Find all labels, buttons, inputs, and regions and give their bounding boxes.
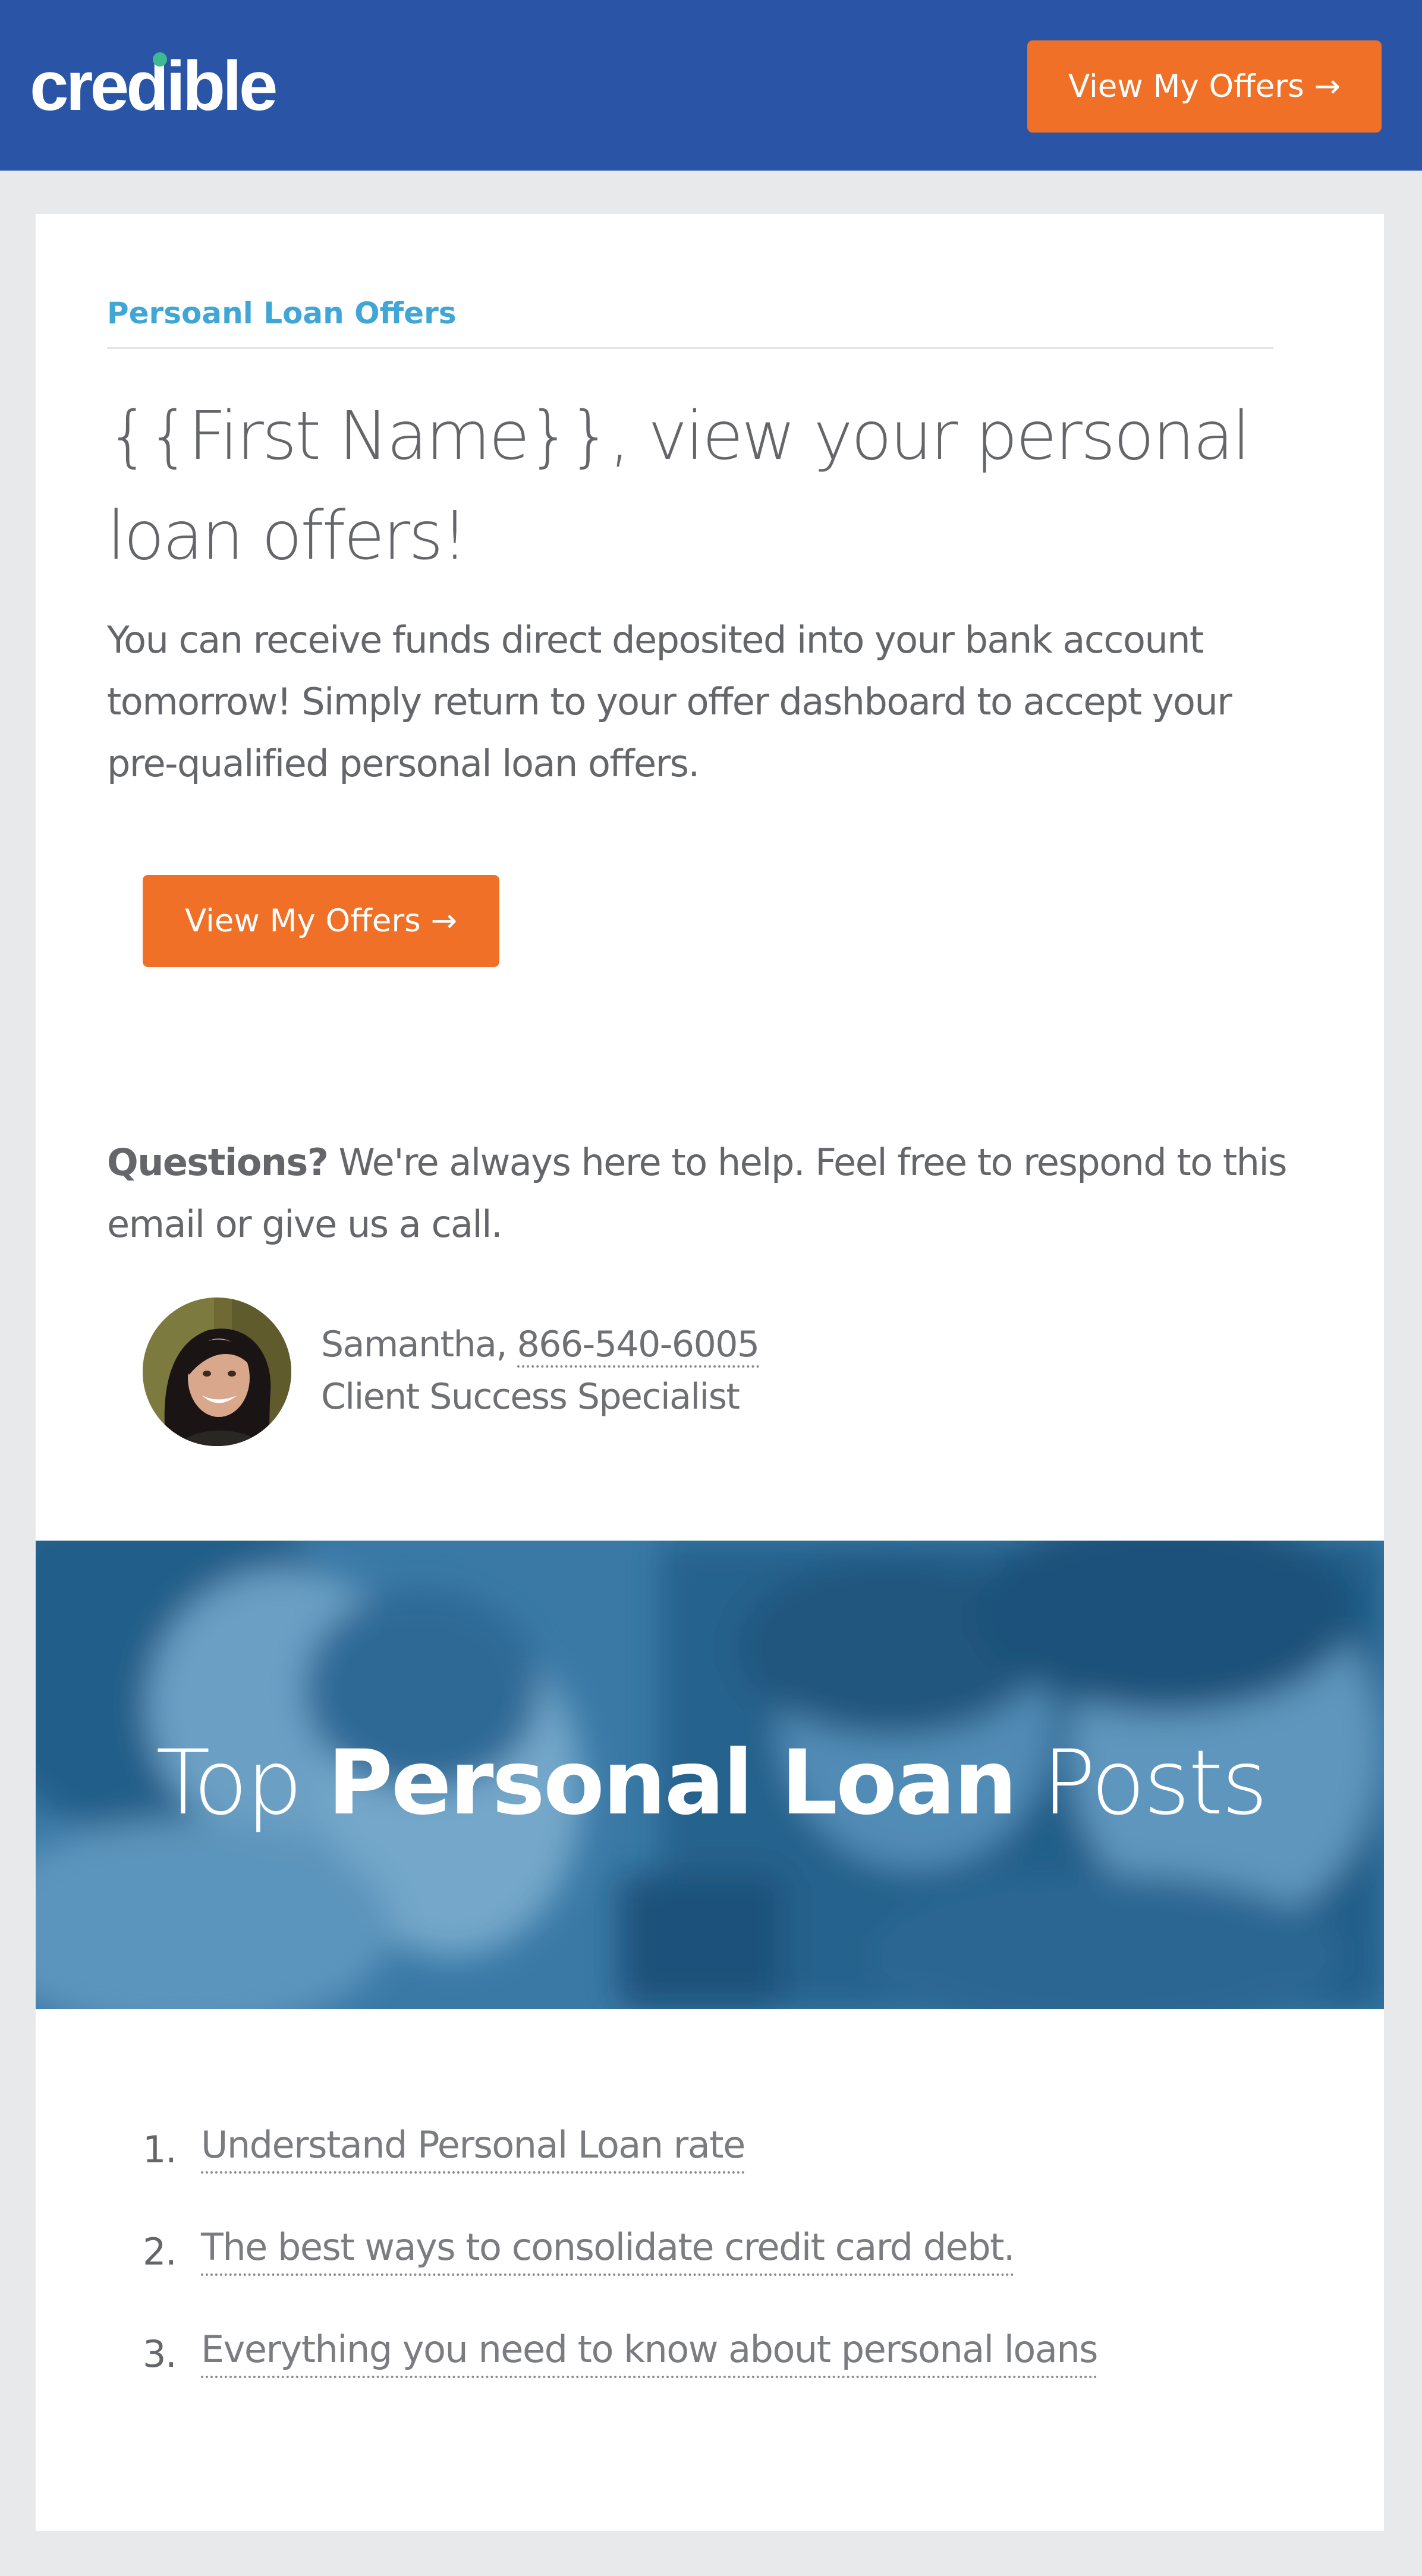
view-offers-button[interactable]: View My Offers →	[143, 875, 499, 967]
contact-info: Samantha, 866-540-6005 Client Success Sp…	[321, 1318, 760, 1423]
phone-link[interactable]: 866-540-6005	[517, 1324, 760, 1368]
banner-title: Top Personal Loan Posts	[0, 1727, 1422, 1840]
post-link[interactable]: Understand Personal Loan rate	[201, 2119, 745, 2174]
list-item: 1. Understand Personal Loan rate	[143, 2119, 1272, 2221]
page-title: {{First Name}}, view your personal loan …	[107, 398, 1251, 575]
post-link[interactable]: The best ways to consolidate credit card…	[201, 2221, 1015, 2276]
logo-dot	[153, 52, 167, 67]
list-item: 3. Everything you need to know about per…	[143, 2323, 1272, 2426]
avatar	[143, 1298, 291, 1446]
credible-logo[interactable]: credible	[30, 45, 278, 128]
list-item-number: 1.	[143, 2128, 177, 2171]
header-view-offers-button[interactable]: View My Offers →	[1027, 40, 1382, 133]
contact-role: Client Success Specialist	[321, 1376, 740, 1418]
post-link[interactable]: Everything you need to know about person…	[201, 2323, 1098, 2378]
questions-paragraph: Questions? We're always here to help. Fe…	[107, 1132, 1314, 1255]
banner-title-bold: Personal Loan	[327, 1731, 1017, 1835]
contact-line: Samantha, 866-540-6005	[321, 1318, 760, 1371]
list-item-number: 3.	[143, 2332, 177, 2376]
list-item-number: 2.	[143, 2230, 177, 2273]
contact-name: Samantha,	[321, 1324, 517, 1365]
divider	[107, 347, 1273, 349]
banner-title-pre: Top	[156, 1731, 328, 1835]
section-eyebrow: Persoanl Loan Offers	[107, 296, 457, 330]
banner-title-post: Posts	[1015, 1731, 1268, 1835]
avatar-photo	[143, 1298, 291, 1446]
posts-list: 1. Understand Personal Loan rate 2. The …	[143, 2119, 1272, 2426]
list-item: 2. The best ways to consolidate credit c…	[143, 2221, 1272, 2323]
intro-paragraph: You can receive funds direct deposited i…	[107, 618, 1232, 785]
questions-label: Questions?	[107, 1141, 329, 1184]
